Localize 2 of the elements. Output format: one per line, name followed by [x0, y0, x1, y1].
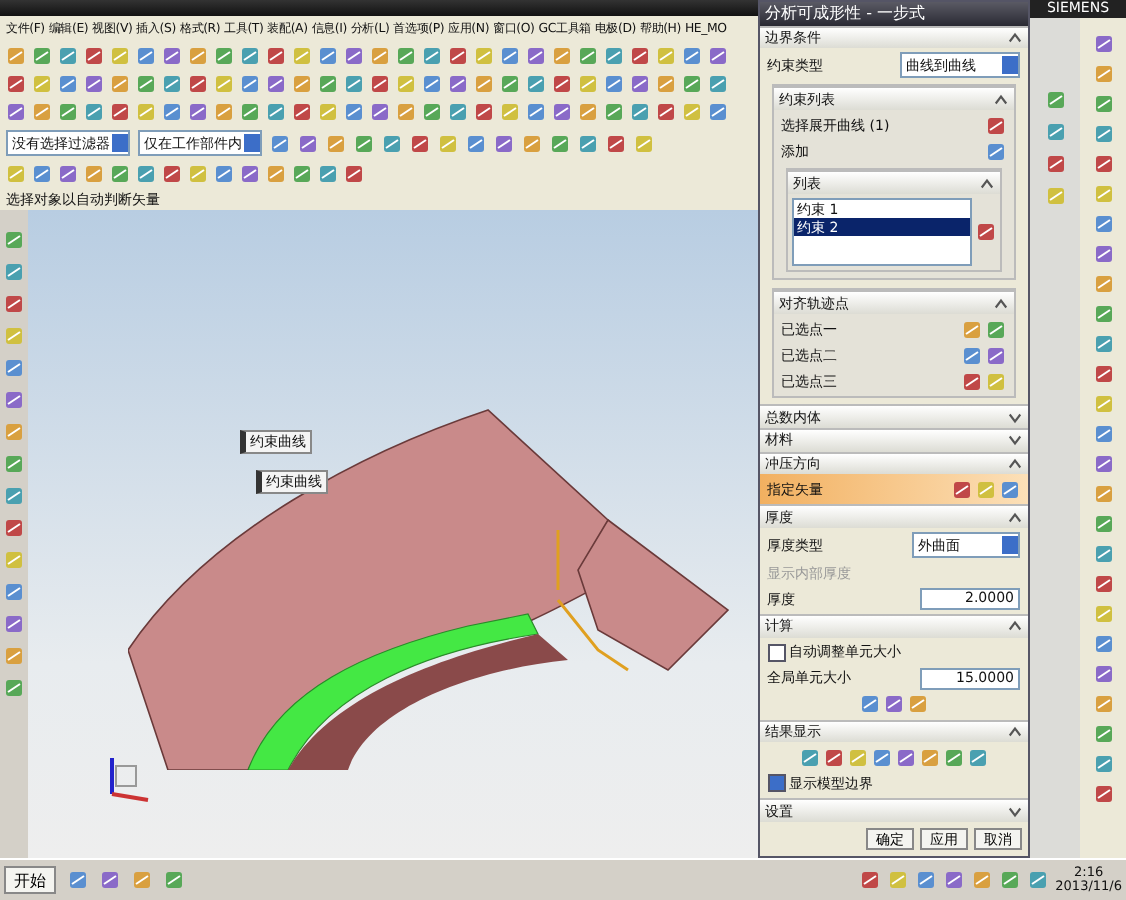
start-button[interactable]: 开始: [4, 866, 56, 894]
dialog-title: 分析可成形性 - 一步式: [759, 2, 1028, 26]
